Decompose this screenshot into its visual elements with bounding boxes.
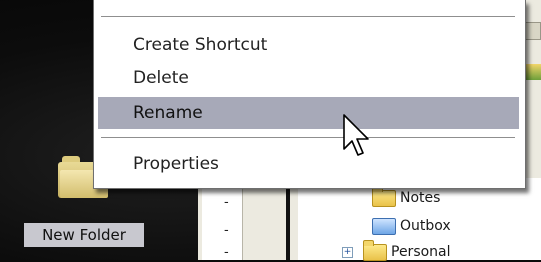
pane-dash: - — [224, 195, 229, 210]
folder-icon — [372, 185, 396, 207]
folder-tree: Notes Outbox + Personal — [298, 178, 541, 262]
menu-separator — [101, 16, 515, 18]
folder-icon — [363, 239, 387, 261]
expand-plus-icon[interactable]: + — [342, 246, 353, 258]
desktop-folder-label[interactable]: New Folder — [24, 223, 144, 247]
tree-item-label: Outbox — [400, 218, 451, 234]
menu-item-create-shortcut[interactable]: Create Shortcut — [98, 29, 519, 61]
up-folder-icon[interactable] — [525, 64, 541, 80]
mouse-pointer-icon — [343, 114, 369, 156]
tree-item-label: Personal — [391, 244, 451, 260]
tree-item-personal[interactable]: + Personal — [342, 239, 451, 262]
menu-separator — [101, 137, 515, 139]
pane-dash: - — [224, 245, 229, 260]
pane-splitter[interactable] — [286, 178, 290, 260]
pane-dash: - — [224, 223, 229, 238]
tree-item-label: Notes — [400, 190, 441, 206]
context-menu: Create Shortcut Delete Rename Properties — [93, 0, 526, 189]
menu-item-rename[interactable]: Rename — [98, 97, 519, 129]
tree-item-outbox[interactable]: Outbox — [372, 216, 451, 236]
menu-item-properties[interactable]: Properties — [98, 148, 519, 180]
menu-item-delete[interactable]: Delete — [98, 62, 519, 94]
tree-item-notes[interactable]: Notes — [372, 185, 441, 208]
outbox-icon — [372, 217, 396, 235]
